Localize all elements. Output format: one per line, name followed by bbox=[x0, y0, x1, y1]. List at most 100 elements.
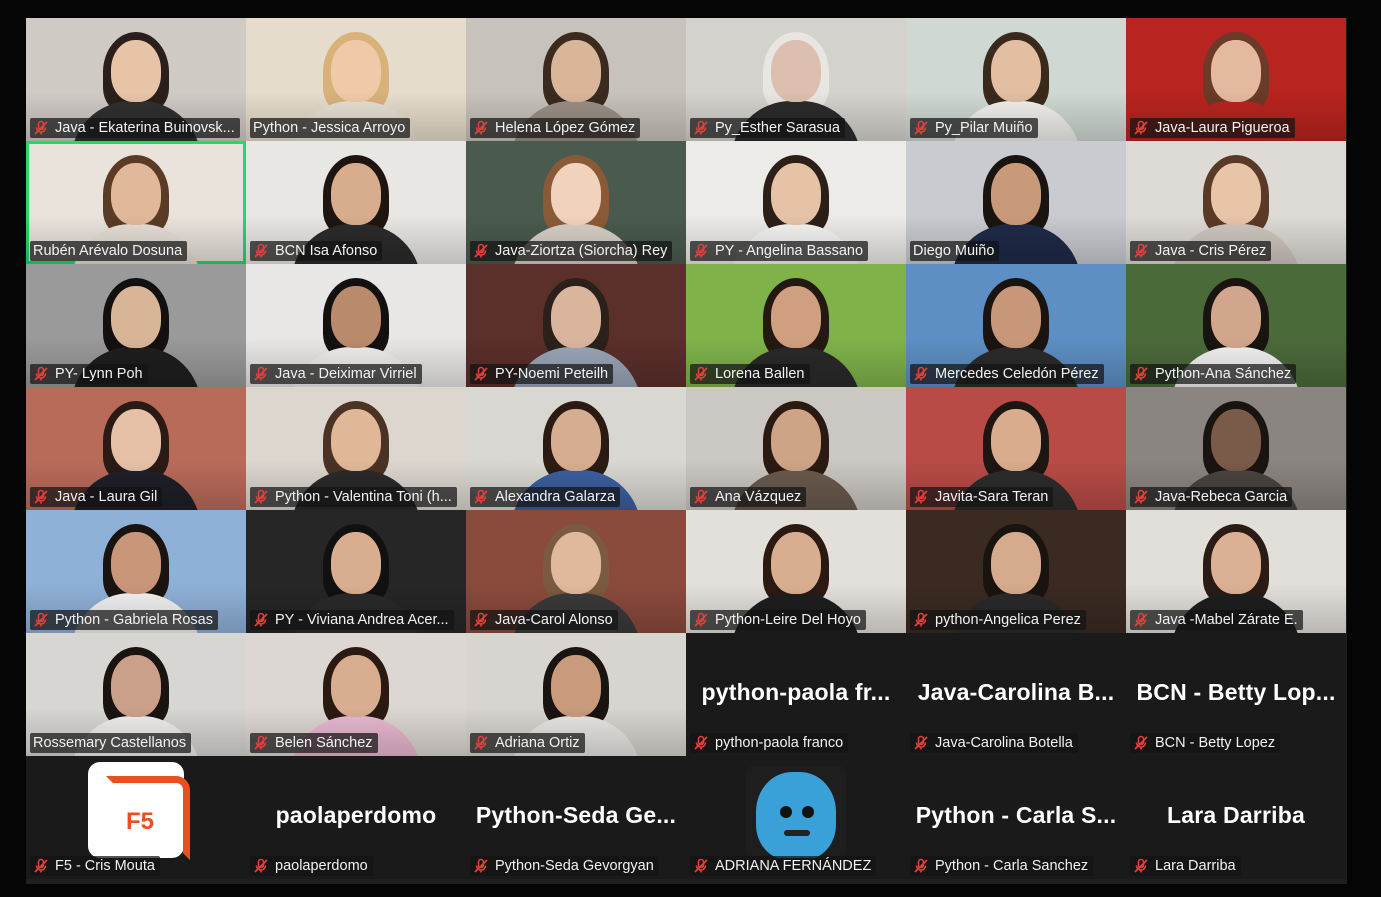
participant-tile[interactable]: Helena López Gómez bbox=[466, 18, 686, 141]
participant-tile[interactable]: Python - Jessica Arroyo bbox=[246, 18, 466, 141]
participant-tile[interactable]: PY - Angelina Bassano bbox=[686, 141, 906, 264]
participant-name: PY- Lynn Poh bbox=[55, 366, 143, 382]
participant-name: Py_Pilar Muiño bbox=[935, 120, 1033, 136]
participant-display-name: python-paola fr... bbox=[701, 679, 891, 705]
participant-video-feed bbox=[771, 286, 821, 348]
participant-video-feed bbox=[551, 409, 601, 471]
participant-name: Rossemary Castellanos bbox=[33, 735, 187, 751]
participant-tile[interactable]: PY - Viviana Andrea Acer... bbox=[246, 510, 466, 633]
participant-tile[interactable]: Belen Sánchez bbox=[246, 633, 466, 756]
participant-tile[interactable]: PY-Noemi Peteilh bbox=[466, 264, 686, 387]
participant-name: Adriana Ortiz bbox=[495, 735, 580, 751]
participant-tile[interactable]: Lara Darriba Lara Darriba bbox=[1126, 756, 1346, 879]
participant-video-feed bbox=[111, 163, 161, 225]
participant-video-feed bbox=[1211, 409, 1261, 471]
participant-video-feed bbox=[111, 532, 161, 594]
participant-tile[interactable]: paolaperdomo paolaperdomo bbox=[246, 756, 466, 879]
video-gallery: Java - Ekaterina Buinovsk... Python - Jes… bbox=[26, 18, 1347, 884]
participant-tile[interactable]: Diego Muiño bbox=[906, 141, 1126, 264]
participant-display-name: Lara Darriba bbox=[1167, 802, 1305, 828]
participant-tile[interactable]: Rubén Arévalo Dosuna bbox=[26, 141, 246, 264]
participant-video-feed bbox=[1211, 532, 1261, 594]
participant-name: Python - Jessica Arroyo bbox=[253, 120, 406, 136]
participant-name-tag: python-Angelica Perez bbox=[910, 610, 1086, 630]
participant-name: Python - Carla Sanchez bbox=[935, 858, 1089, 874]
muted-mic-icon bbox=[33, 366, 49, 382]
participant-display-name: paolaperdomo bbox=[275, 802, 437, 828]
participant-tile[interactable]: Py_Esther Sarasua bbox=[686, 18, 906, 141]
participant-name-tag: Python - Gabriela Rosas bbox=[30, 610, 218, 630]
participant-name: Py_Esther Sarasua bbox=[715, 120, 840, 136]
participant-video-feed bbox=[991, 40, 1041, 102]
participant-tile[interactable]: Python-Seda Ge... Python-Seda Gevorgyan bbox=[466, 756, 686, 879]
participant-tile[interactable]: Python-Ana Sánchez bbox=[1126, 264, 1346, 387]
participant-name-tag: Java-Rebeca Garcia bbox=[1130, 487, 1293, 507]
participant-name-tag: Python - Valentina Toni (h... bbox=[250, 487, 457, 507]
participant-name-tag: Lorena Ballen bbox=[690, 364, 810, 384]
participant-tile[interactable]: F5 F5 - Cris Mouta bbox=[26, 756, 246, 879]
participant-tile[interactable]: Adriana Ortiz bbox=[466, 633, 686, 756]
participant-tile[interactable]: Python-Leire Del Hoyo bbox=[686, 510, 906, 633]
muted-mic-icon bbox=[473, 243, 489, 259]
participant-tile[interactable]: Python - Gabriela Rosas bbox=[26, 510, 246, 633]
participant-tile[interactable]: Py_Pilar Muiño bbox=[906, 18, 1126, 141]
participant-tile[interactable]: Java-Carolina B... Java-Carolina Botella bbox=[906, 633, 1126, 756]
participant-name-tag: Helena López Gómez bbox=[470, 118, 641, 138]
participant-tile[interactable]: Java - Laura Gil bbox=[26, 387, 246, 510]
participant-tile[interactable]: PY- Lynn Poh bbox=[26, 264, 246, 387]
participant-name: Python - Gabriela Rosas bbox=[55, 612, 213, 628]
participant-video-feed bbox=[331, 532, 381, 594]
participant-tile[interactable]: Java-Ziortza (Siorcha) Rey bbox=[466, 141, 686, 264]
participant-name-tag: PY - Angelina Bassano bbox=[690, 241, 869, 261]
muted-mic-icon bbox=[1133, 489, 1149, 505]
participant-name: Java-Ziortza (Siorcha) Rey bbox=[495, 243, 668, 259]
participant-tile[interactable]: Mercedes Celedón Pérez bbox=[906, 264, 1126, 387]
participant-tile[interactable]: Javita-Sara Teran bbox=[906, 387, 1126, 510]
participant-display-name: Java-Carolina B... bbox=[917, 679, 1115, 705]
participant-tile[interactable]: Java-Carol Alonso bbox=[466, 510, 686, 633]
participant-display-name: Python - Carla S... bbox=[915, 802, 1117, 828]
participant-name: Javita-Sara Teran bbox=[935, 489, 1049, 505]
participant-tile[interactable]: Java - Ekaterina Buinovsk... bbox=[26, 18, 246, 141]
participant-video-feed bbox=[111, 409, 161, 471]
participant-tile[interactable]: Python - Valentina Toni (h... bbox=[246, 387, 466, 510]
participant-name-tag: Java - Laura Gil bbox=[30, 487, 163, 507]
participant-tile[interactable]: python-paola fr... python-paola franco bbox=[686, 633, 906, 756]
participant-tile[interactable]: ADRIANA FERNÁNDEZ bbox=[686, 756, 906, 879]
participant-tile[interactable]: Alexandra Galarza bbox=[466, 387, 686, 510]
participant-video-feed bbox=[551, 655, 601, 717]
participant-name-tag: Alexandra Galarza bbox=[470, 487, 621, 507]
participant-name: BCN Isa Afonso bbox=[275, 243, 378, 259]
participant-tile[interactable]: Lorena Ballen bbox=[686, 264, 906, 387]
participant-name-tag: Java-Laura Pigueroa bbox=[1130, 118, 1295, 138]
participant-name-tag: Python-Seda Gevorgyan bbox=[470, 856, 659, 876]
participant-video-feed bbox=[111, 40, 161, 102]
participant-tile[interactable]: Java - Cris Pérez bbox=[1126, 141, 1346, 264]
participant-name-tag: Belen Sánchez bbox=[250, 733, 378, 753]
participant-tile[interactable]: Ana Vázquez bbox=[686, 387, 906, 510]
participant-tile[interactable]: BCN Isa Afonso bbox=[246, 141, 466, 264]
participant-video-feed bbox=[111, 655, 161, 717]
participant-name: Rubén Arévalo Dosuna bbox=[33, 243, 183, 259]
muted-mic-icon bbox=[693, 120, 709, 136]
participant-video-feed bbox=[551, 532, 601, 594]
participant-name-tag: Python - Jessica Arroyo bbox=[250, 118, 411, 138]
participant-video-feed bbox=[331, 655, 381, 717]
participant-name-tag: Java-Ziortza (Siorcha) Rey bbox=[470, 241, 673, 261]
participant-name-tag: PY- Lynn Poh bbox=[30, 364, 148, 384]
participant-video-feed bbox=[551, 40, 601, 102]
participant-name-tag: Py_Pilar Muiño bbox=[910, 118, 1038, 138]
participant-tile[interactable]: Java-Rebeca Garcia bbox=[1126, 387, 1346, 510]
participant-tile[interactable]: Java-Laura Pigueroa bbox=[1126, 18, 1346, 141]
muted-mic-icon bbox=[473, 489, 489, 505]
participant-video-feed bbox=[551, 163, 601, 225]
participant-tile[interactable]: python-Angelica Perez bbox=[906, 510, 1126, 633]
profile-avatar: F5 bbox=[88, 762, 190, 860]
participant-video-feed bbox=[551, 286, 601, 348]
participant-tile[interactable]: Python - Carla S... Python - Carla Sanche… bbox=[906, 756, 1126, 879]
participant-name-tag: Py_Esther Sarasua bbox=[690, 118, 845, 138]
participant-tile[interactable]: BCN - Betty Lop... BCN - Betty Lopez bbox=[1126, 633, 1346, 756]
participant-tile[interactable]: Rossemary Castellanos bbox=[26, 633, 246, 756]
participant-tile[interactable]: Java - Deiximar Virriel bbox=[246, 264, 466, 387]
participant-tile[interactable]: Java -Mabel Zárate E. bbox=[1126, 510, 1346, 633]
